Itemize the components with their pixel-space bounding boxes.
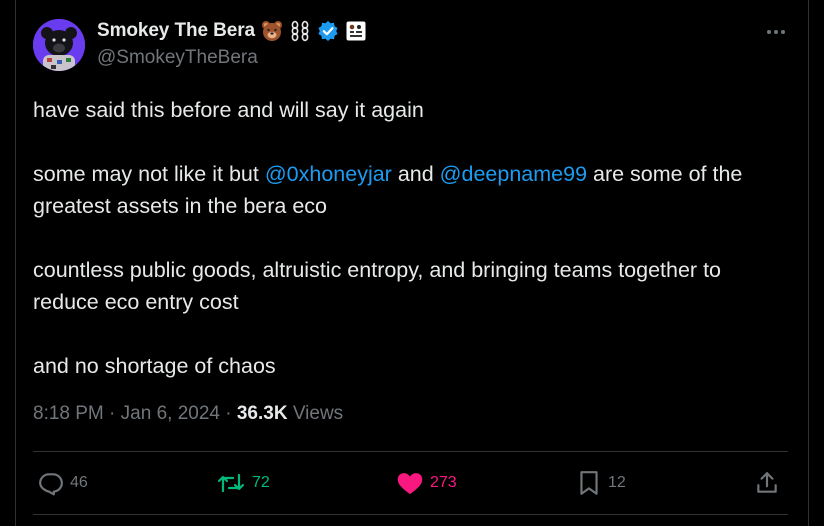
tweet-date[interactable]: Jan 6, 2024: [121, 403, 220, 424]
heart-icon: [397, 473, 423, 495]
share-button[interactable]: [754, 469, 780, 497]
verified-check-icon[interactable]: [317, 20, 339, 42]
more-dot-icon: [767, 30, 771, 34]
tweet-text-segment: have said this before and will say it ag…: [33, 98, 424, 122]
tweet-paragraph: some may not like it but @0xhoneyjar and…: [33, 158, 783, 222]
tweet-text-segment: some may not like it but: [33, 162, 265, 186]
tweet-paragraph: countless public goods, altruistic entro…: [33, 254, 783, 318]
tweet-text-segment: and no shortage of chaos: [33, 354, 276, 378]
author-name[interactable]: Smokey The Bera: [97, 20, 255, 42]
bookmark-button[interactable]: 12: [576, 469, 626, 497]
more-dot-icon: [781, 30, 785, 34]
author-name-row: Smokey The Bera: [97, 19, 367, 43]
repost-count: 72: [252, 474, 270, 491]
tweet-time[interactable]: 8:18 PM: [33, 403, 104, 424]
mention-link[interactable]: @deepname99: [440, 162, 587, 186]
meta-separator: ·: [109, 403, 116, 424]
like-count: 273: [430, 474, 457, 491]
divider: [33, 451, 788, 452]
tweet-text: have said this before and will say it ag…: [33, 94, 783, 382]
tweet-paragraph: and no shortage of chaos: [33, 350, 783, 382]
bear-avatar-icon: [33, 19, 85, 71]
share-icon: [757, 472, 777, 493]
affiliate-badge-icon[interactable]: [345, 20, 367, 42]
bookmark-count: 12: [608, 474, 626, 491]
more-dot-icon: [774, 30, 778, 34]
tweet-meta: 8:18 PM · Jan 6, 2024 · 36.3K Views: [33, 403, 343, 425]
repost-button[interactable]: 72: [216, 469, 270, 497]
like-button[interactable]: 273: [396, 469, 457, 497]
meta-separator: ·: [225, 403, 232, 424]
divider: [33, 514, 788, 515]
author-handle[interactable]: @SmokeyTheBera: [97, 47, 258, 69]
reply-button[interactable]: 46: [38, 469, 88, 497]
avatar[interactable]: [33, 19, 85, 71]
tweet-text-segment: countless public goods, altruistic entro…: [33, 258, 721, 314]
tweet-paragraph: have said this before and will say it ag…: [33, 94, 783, 126]
reply-count: 46: [70, 474, 88, 491]
column-border-right: [808, 0, 809, 526]
bear-emoji-icon: [261, 21, 282, 41]
chain-icon: [291, 20, 309, 42]
views-label: Views: [292, 403, 344, 424]
repost-icon: [217, 473, 245, 493]
bookmark-icon: [580, 471, 598, 495]
mention-link[interactable]: @0xhoneyjar: [265, 162, 392, 186]
more-options-button[interactable]: [764, 22, 788, 42]
tweet-text-segment: and: [391, 162, 440, 186]
reply-icon: [39, 473, 63, 496]
views-count[interactable]: 36.3K: [237, 403, 288, 424]
tweet: Smokey The Bera @SmokeyTheBera have said…: [16, 0, 808, 526]
